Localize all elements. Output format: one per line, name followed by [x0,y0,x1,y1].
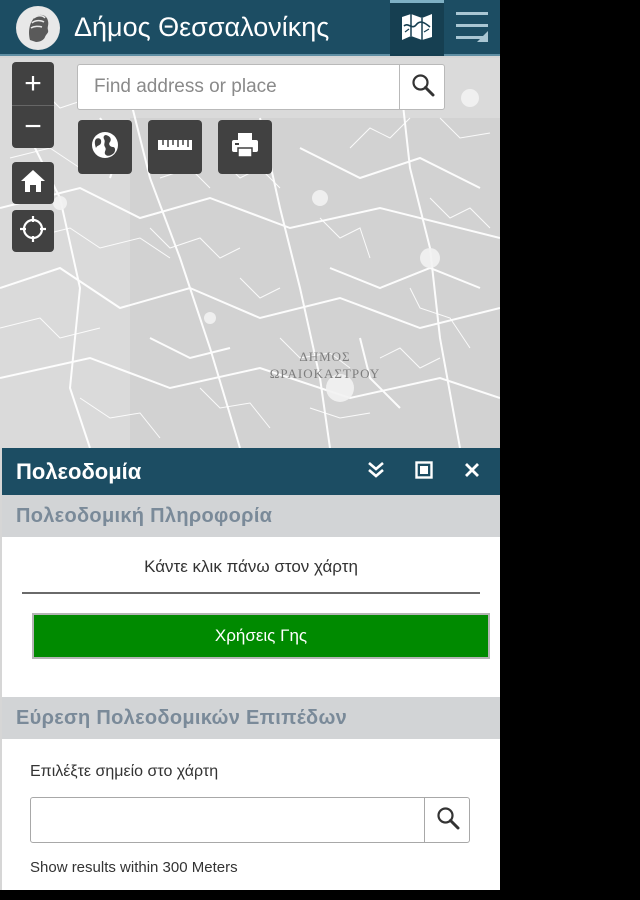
map-search-box [77,64,445,110]
map-toggle-button[interactable] [390,0,444,56]
zoom-in-button[interactable]: + [12,62,54,105]
map-place-label: ΔΗΜΟΣ ΩΡΑΙΟΚΑΣΤΡΟΥ [269,349,381,381]
section-header-planning-info[interactable]: Πολεοδομική Πληροφορία [2,495,500,537]
basemap-globe-icon [90,130,120,165]
results-radius-text: Show results within 300 Meters [30,859,238,876]
maximize-square-icon [415,460,433,484]
planning-info-section: Κάντε κλικ πάνω στον χάρτη Χρήσεις Γης [2,537,500,697]
point-search-button[interactable] [424,798,470,842]
select-point-instruction: Επιλέξτε σημείο στο χάρτη [30,763,219,780]
section-header-planning-levels[interactable]: Εύρεση Πολεοδομικών Επιπέδων [2,697,500,739]
app-window: Δήμος Θεσσαλονίκης ΔΗΜΟΣ ΩΡΑΙΟΚΑΣΤΡΟΥ + … [0,0,500,890]
urban-planning-panel: Πολεοδομία Πολεοδομική Πληροφορία Κάντε … [2,448,500,890]
maximize-panel-button[interactable] [410,458,438,486]
zoom-control: + − [12,62,54,148]
point-search-box [30,797,470,843]
scalebar-button[interactable] [148,120,202,174]
home-icon [19,168,47,199]
map-roads [0,58,500,448]
folded-map-icon [400,12,434,47]
search-icon [436,806,460,835]
basemap-button[interactable] [78,120,132,174]
panel-header: Πολεοδομία [2,448,500,495]
app-title: Δήμος Θεσσαλονίκης [74,12,330,42]
municipality-logo-icon [16,6,60,50]
point-search-input[interactable] [31,798,423,842]
scalebar-ruler-icon [157,137,193,158]
panel-title: Πολεοδομία [16,459,142,484]
search-icon [411,73,435,102]
menu-button[interactable] [444,0,500,56]
print-button[interactable] [218,120,272,174]
app-header: Δήμος Θεσσαλονίκης [0,0,500,56]
zoom-out-button[interactable]: − [12,105,54,148]
collapse-panel-button[interactable] [362,458,390,486]
address-search-input[interactable] [78,65,398,109]
print-icon [230,131,260,164]
map-view[interactable]: ΔΗΜΟΣ ΩΡΑΙΟΚΑΣΤΡΟΥ [0,58,500,448]
planning-levels-section: Επιλέξτε σημείο στο χάρτη Show results w… [2,739,500,890]
home-button[interactable] [12,162,54,204]
hamburger-menu-icon [455,9,489,48]
search-button[interactable] [399,65,445,109]
close-panel-button[interactable] [458,458,486,486]
section-divider [22,592,480,594]
locate-button[interactable] [12,210,54,252]
close-icon [463,461,481,484]
land-use-button[interactable]: Χρήσεις Γης [32,613,490,659]
double-chevron-down-icon [366,460,386,485]
click-map-instruction: Κάντε κλικ πάνω στον χάρτη [144,557,358,576]
locate-crosshair-icon [19,215,47,248]
